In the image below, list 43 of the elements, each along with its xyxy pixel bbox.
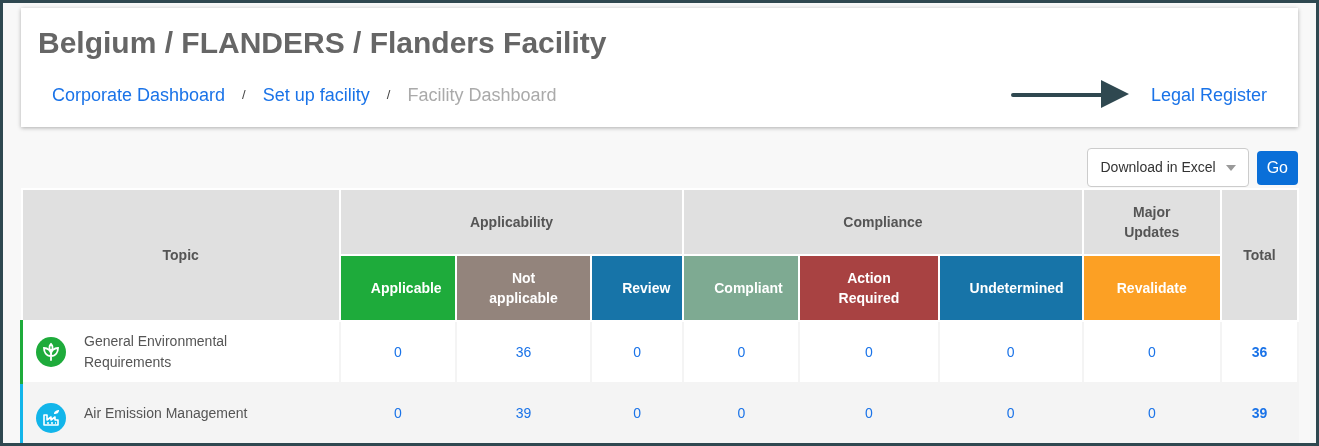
count-link[interactable]: 0 — [737, 404, 746, 421]
count-link[interactable]: 0 — [394, 343, 402, 360]
breadcrumb-separator: / — [386, 86, 391, 105]
count-link[interactable]: 39 — [515, 404, 532, 421]
status-column-header: Review — [591, 255, 684, 321]
arrow-icon — [1008, 80, 1129, 110]
leaf-icon — [36, 337, 66, 367]
count-link[interactable]: 0 — [1147, 404, 1156, 421]
count-link[interactable]: 0 — [394, 404, 402, 421]
count-link[interactable]: 0 — [1006, 404, 1015, 421]
status-column-header: Applicable — [339, 255, 456, 321]
topic-name: Air Emission Management — [84, 404, 249, 423]
legal-register-link[interactable]: Legal Register — [1150, 81, 1267, 109]
count-link[interactable]: 0 — [1147, 343, 1156, 360]
count-link[interactable]: 36 — [515, 343, 532, 360]
status-column-header: Revalidate — [1082, 255, 1221, 321]
breadcrumb-current: Facility Dashboard — [407, 83, 557, 107]
total-link[interactable]: 36 — [1251, 343, 1268, 360]
column-header: Topic — [21, 189, 340, 321]
count-link[interactable]: 0 — [737, 343, 746, 360]
go-button[interactable]: Go — [1256, 150, 1298, 185]
caret-icon — [1225, 164, 1236, 171]
status-column-header: Compliant — [683, 255, 800, 321]
status-column-header: Undetermined — [938, 255, 1083, 321]
factory-icon — [36, 403, 66, 433]
page-title: Belgium / FLANDERS / Flanders Facility — [38, 25, 608, 61]
column-group-header: Applicability — [339, 189, 684, 255]
breadcrumb-separator: / — [242, 86, 246, 105]
column-group-header: Major Updates — [1082, 189, 1221, 255]
count-link[interactable]: 0 — [633, 343, 642, 360]
column-group-header: Compliance — [683, 189, 1083, 255]
breadcrumb-link[interactable]: Corporate Dashboard — [52, 81, 226, 109]
status-column-header: Not applicable — [456, 255, 592, 321]
count-link[interactable]: 0 — [633, 404, 642, 421]
breadcrumb-link[interactable]: Set up facility — [262, 81, 370, 109]
topic-name: General Environmental Requirements — [84, 332, 229, 372]
export-select[interactable]: Download in Excel — [1087, 148, 1249, 187]
column-header: Total — [1220, 189, 1298, 321]
count-link[interactable]: 0 — [865, 404, 873, 421]
count-link[interactable]: 0 — [1006, 343, 1015, 360]
count-link[interactable]: 0 — [865, 343, 873, 360]
total-link[interactable]: 39 — [1251, 404, 1268, 421]
status-column-header: Action Required — [799, 255, 939, 321]
